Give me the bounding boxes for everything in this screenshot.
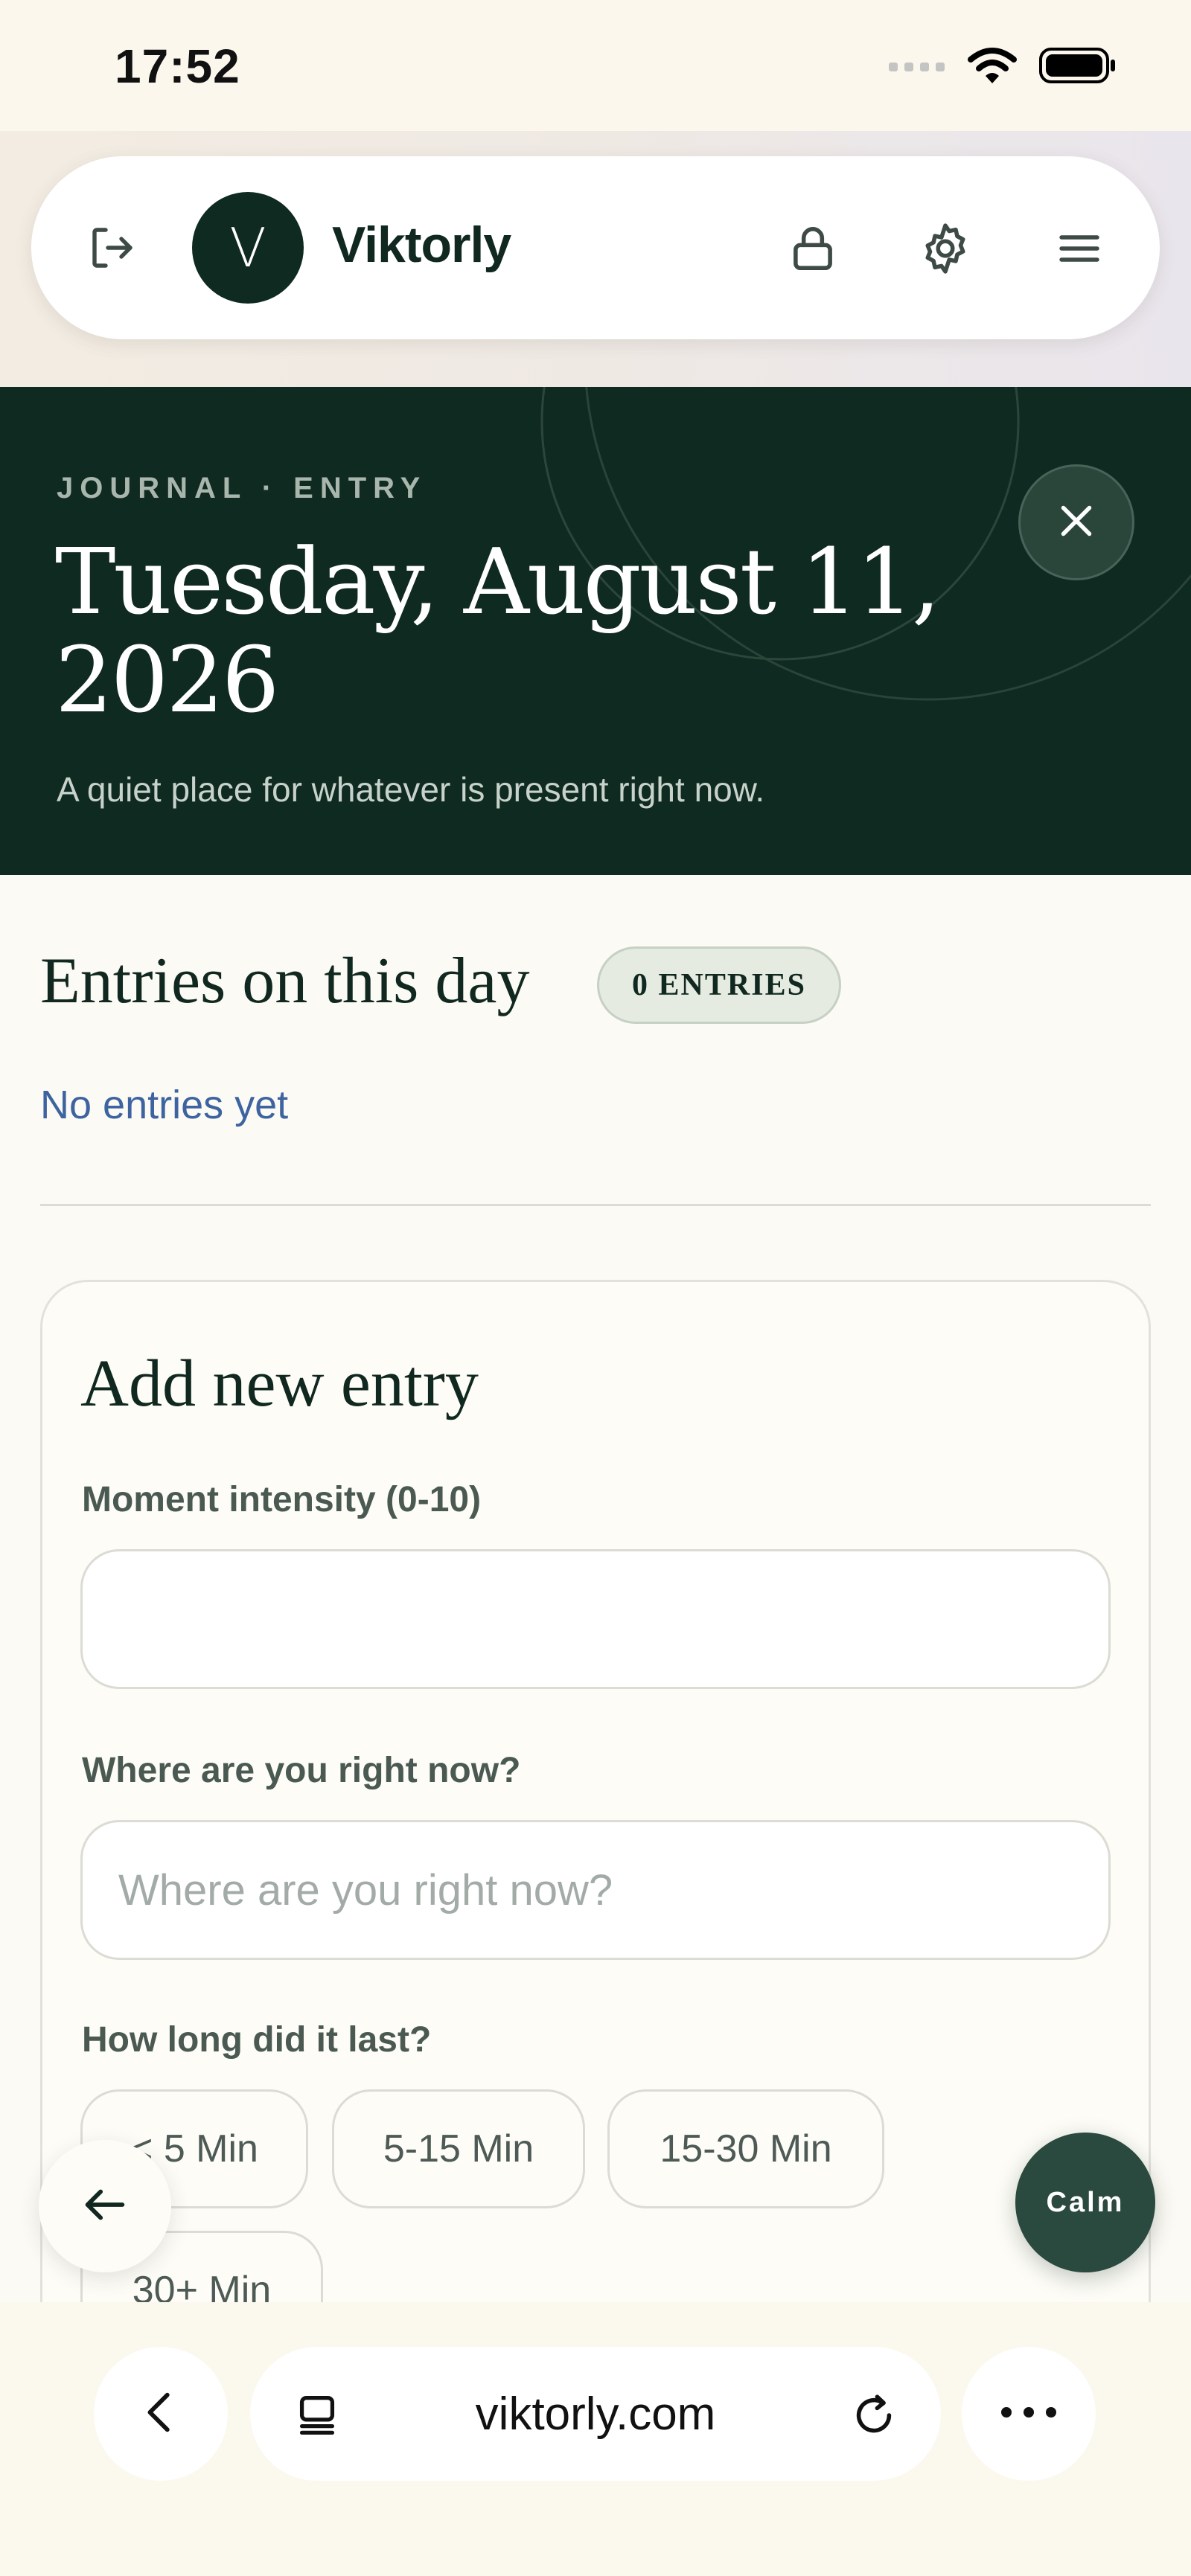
hero-subtitle: A quiet place for whatever is present ri… (57, 770, 765, 809)
wifi-icon (968, 46, 1017, 89)
close-button[interactable] (1018, 464, 1134, 580)
calm-button[interactable]: Calm (1015, 2133, 1155, 2272)
journal-hero: JOURNAL · ENTRY Tuesday, August 11, 2026… (0, 387, 1191, 875)
status-bar: 17:52 (0, 0, 1191, 131)
page-title: Tuesday, August 11, 2026 (55, 529, 941, 733)
entries-count-badge: 0 ENTRIES (597, 946, 841, 1024)
chevron-left-icon (135, 2386, 187, 2442)
brand-name[interactable]: Viktorly (332, 216, 511, 274)
lock-icon[interactable] (779, 214, 847, 283)
more-button[interactable] (962, 2347, 1096, 2481)
reload-icon[interactable] (844, 2386, 904, 2445)
brand-logo[interactable]: V (192, 192, 304, 304)
divider (40, 1204, 1151, 1206)
empty-entries-text: No entries yet (40, 1083, 289, 1127)
add-entry-title: Add new entry (80, 1347, 479, 1420)
close-icon (1054, 499, 1099, 547)
duration-option-5-15[interactable]: 5-15 Min (332, 2089, 585, 2208)
intensity-input[interactable] (80, 1549, 1111, 1689)
more-icon (999, 2405, 1059, 2423)
status-time: 17:52 (115, 39, 240, 93)
arrow-left-icon (79, 2179, 131, 2234)
entries-heading: Entries on this day (40, 945, 530, 1017)
logout-icon[interactable] (80, 216, 144, 280)
duration-label: How long did it last? (82, 2020, 432, 2060)
menu-icon[interactable] (1045, 214, 1114, 283)
back-button[interactable] (39, 2140, 171, 2272)
location-input[interactable] (80, 1820, 1111, 1960)
gear-icon[interactable] (911, 214, 980, 283)
status-icons (889, 43, 1117, 91)
hero-kicker: JOURNAL · ENTRY (57, 472, 427, 504)
browser-back-button[interactable] (94, 2347, 228, 2481)
battery-icon (1039, 46, 1117, 89)
url-text[interactable]: viktorly.com (250, 2347, 941, 2481)
duration-option-15-30[interactable]: 15-30 Min (607, 2089, 884, 2208)
intensity-label: Moment intensity (0-10) (82, 1480, 482, 1519)
signal-icon (889, 58, 945, 77)
location-label: Where are you right now? (82, 1751, 521, 1790)
logo-letter: V (229, 217, 266, 279)
